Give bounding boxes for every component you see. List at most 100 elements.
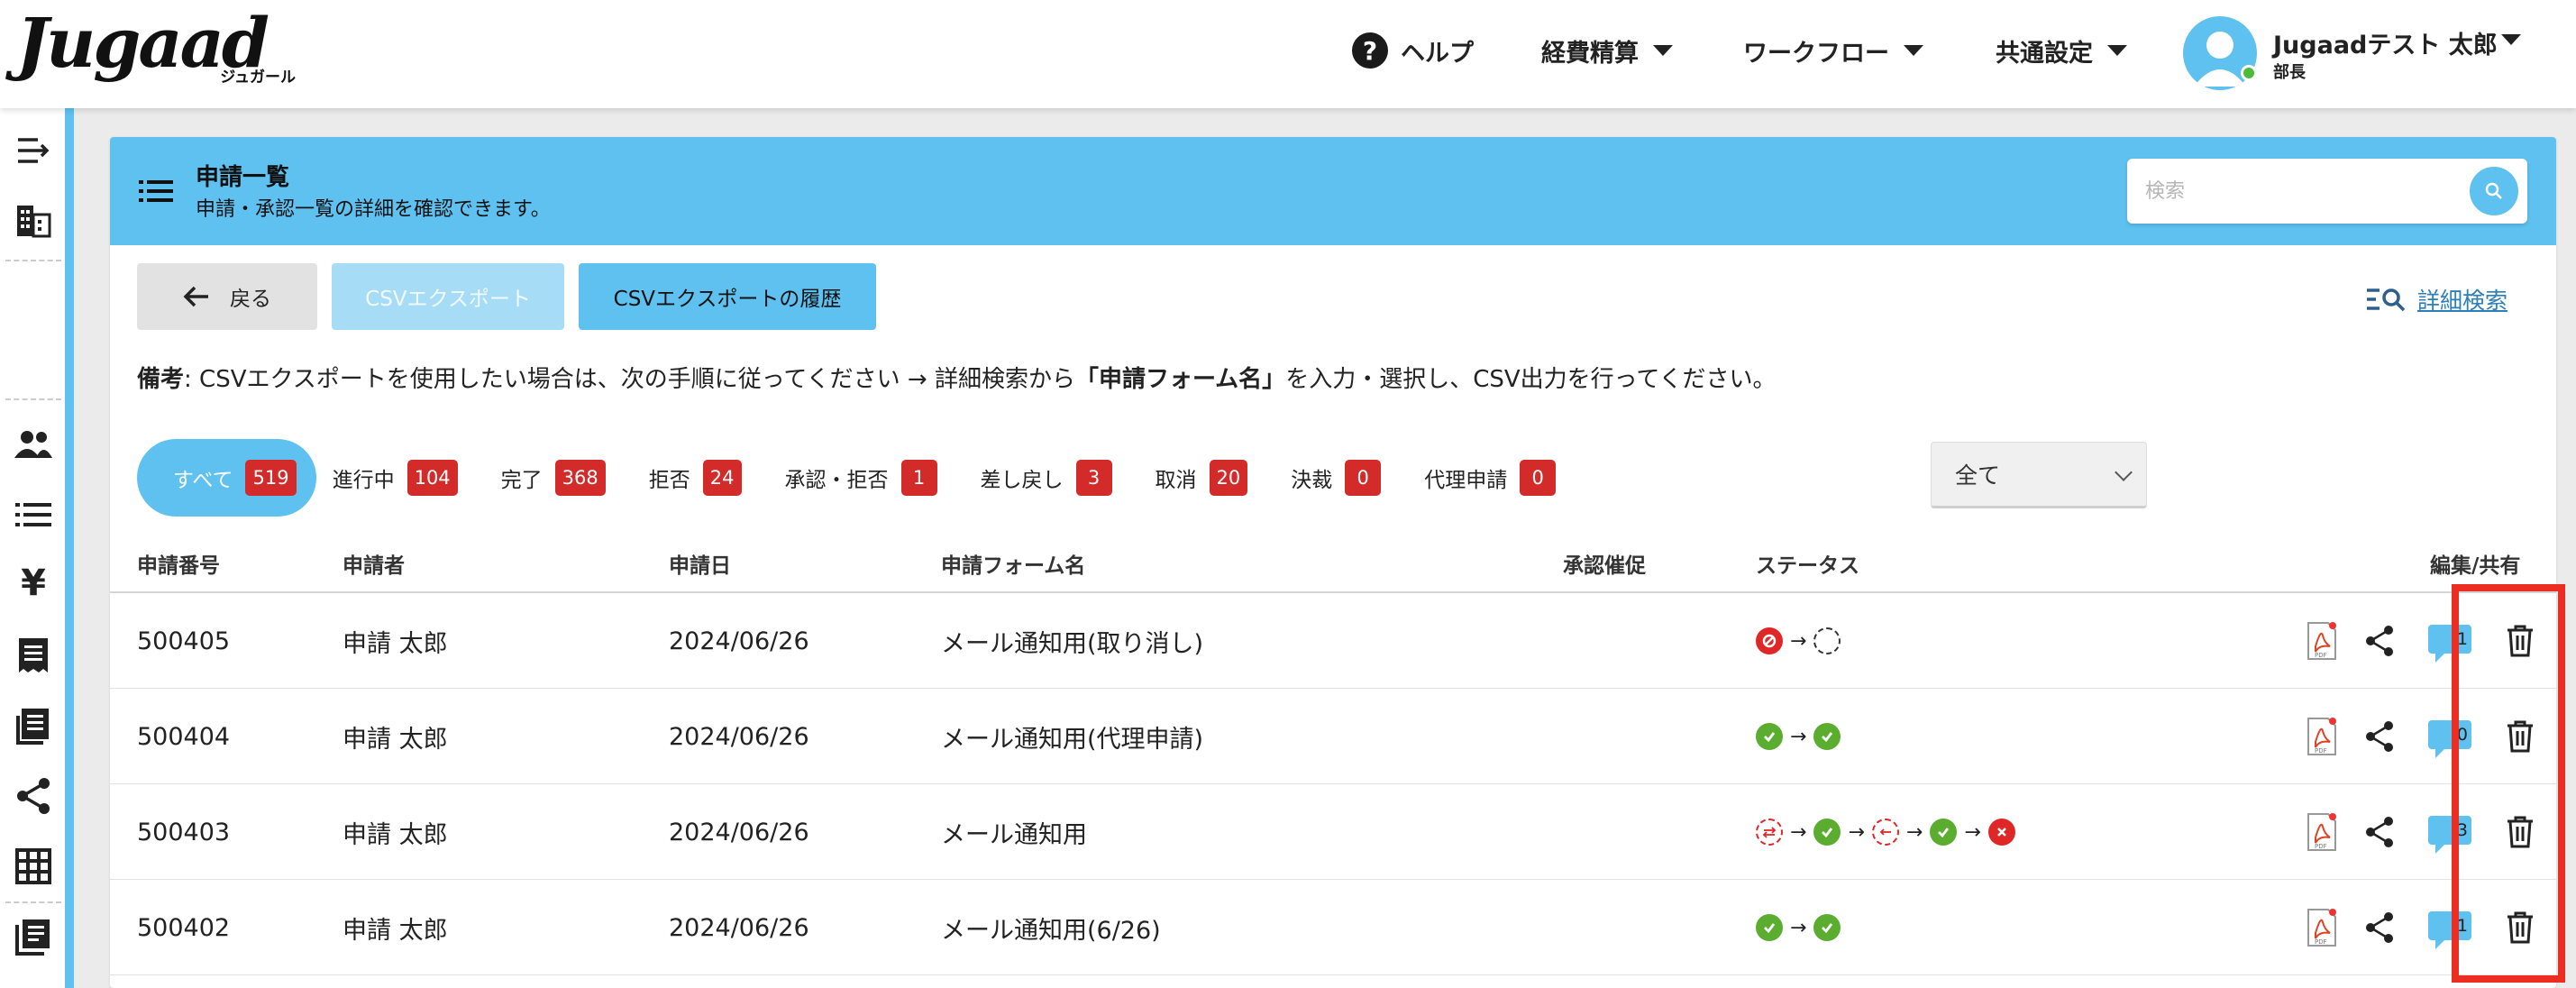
csv-export-label: CSVエクスポート (365, 288, 531, 311)
filter-all[interactable]: すべて 519 (137, 439, 316, 517)
pdf-icon[interactable]: PDF (2304, 907, 2340, 948)
share-icon[interactable] (2361, 907, 2398, 948)
receipt-icon[interactable] (13, 635, 54, 676)
document-stack-icon[interactable] (13, 916, 54, 957)
cell-date: 2024/06/26 (669, 818, 809, 846)
arrow-right-icon: → (1790, 916, 1807, 939)
nav-expense[interactable]: 経費精算 (1541, 0, 1673, 101)
share-icon[interactable] (13, 775, 54, 817)
pdf-icon[interactable]: PDF (2304, 620, 2340, 662)
proxy-status-icon (1756, 819, 1783, 846)
cell-form: メール通知用 (941, 820, 1087, 849)
filter-approve-reject[interactable]: 承認・拒否 1 (785, 439, 955, 517)
filter-completed[interactable]: 完了 368 (501, 439, 624, 517)
count-badge: 0 (1520, 460, 1557, 496)
count-badge: 3 (1075, 460, 1112, 496)
csv-export-note: 備考: CSVエクスポートを使用したい場合は、次の手順に従ってください → 詳細… (137, 361, 1777, 394)
search-input[interactable] (2145, 171, 2443, 211)
approved-status-icon (1813, 723, 1841, 750)
table-row[interactable]: 500404 申請 太郎 2024/06/26 メール通知用(代理申請) → P… (110, 689, 2556, 784)
search-button[interactable] (2470, 167, 2518, 215)
csv-export-button[interactable]: CSVエクスポート (332, 263, 564, 330)
list-icon[interactable] (13, 494, 54, 535)
page-subtitle: 申請・承認一覧の詳細を確認できます。 (196, 198, 551, 221)
cell-date: 2024/06/26 (669, 627, 809, 655)
filter-decision[interactable]: 決裁 0 (1291, 439, 1399, 517)
col-applicant[interactable]: 申請者 (343, 548, 405, 579)
arrow-right-icon: → (1964, 820, 1981, 844)
svg-text:PDF: PDF (2315, 652, 2327, 659)
advanced-search-link[interactable]: 詳細検索 (2367, 281, 2507, 317)
ledger-icon[interactable] (13, 705, 54, 746)
filter-cancelled[interactable]: 取消 20 (1156, 439, 1266, 517)
col-form[interactable]: 申請フォーム名 (941, 548, 1085, 579)
left-sidebar: ¥ (0, 108, 65, 988)
cell-number: 500403 (137, 818, 231, 846)
rejected-status-icon (1987, 819, 2015, 846)
yen-icon[interactable]: ¥ (13, 563, 54, 604)
user-menu-caret-icon[interactable] (2501, 34, 2521, 45)
table-row[interactable]: 500402 申請 太郎 2024/06/26 メール通知用(6/26) → P… (110, 880, 2556, 975)
grid-icon[interactable] (13, 846, 54, 887)
cell-applicant: 申請 太郎 (343, 725, 448, 754)
nav-common-settings[interactable]: 共通設定 (1996, 0, 2127, 101)
nav-common-settings-label: 共通設定 (1996, 39, 2093, 68)
application-list-panel: 申請一覧 申請・承認一覧の詳細を確認できます。 戻る CSVエクスポート CSV… (110, 137, 2556, 988)
svg-text:PDF: PDF (2315, 747, 2327, 755)
filter-label: 拒否 (648, 469, 690, 492)
nav-help[interactable]: ? ヘルプ (1352, 0, 1474, 101)
list-icon (139, 178, 173, 207)
nav-workflow-label: ワークフロー (1743, 39, 1889, 68)
csv-export-history-button[interactable]: CSVエクスポートの履歴 (579, 263, 876, 330)
count-badge: 368 (554, 460, 606, 496)
note-text-2: を入力・選択し、CSV出力を行ってください。 (1285, 366, 1777, 393)
back-label: 戻る (230, 288, 271, 311)
cell-date: 2024/06/26 (669, 913, 809, 942)
status-flow: → (1756, 689, 1841, 784)
sidebar-accent-bar (65, 108, 74, 988)
pdf-icon[interactable]: PDF (2304, 716, 2340, 757)
count-badge: 0 (1345, 460, 1382, 496)
note-text-1: : CSVエクスポートを使用したい場合は、次の手順に従ってください → 詳細検索… (184, 366, 1075, 393)
arrow-right-icon: → (1905, 820, 1923, 844)
cell-number: 500402 (137, 913, 231, 942)
filter-rejected[interactable]: 拒否 24 (649, 439, 760, 517)
filter-select[interactable]: 全て (1931, 442, 2147, 508)
filter-returned[interactable]: 差し戻し 3 (981, 439, 1130, 517)
share-icon[interactable] (2361, 811, 2398, 853)
users-icon[interactable] (13, 424, 54, 465)
filter-label: 進行中 (332, 469, 395, 492)
col-date[interactable]: 申請日 (669, 548, 731, 579)
nav-workflow[interactable]: ワークフロー (1743, 0, 1923, 101)
trash-column-highlight (2452, 584, 2565, 983)
pdf-icon[interactable]: PDF (2304, 811, 2340, 853)
page-title: 申請一覧 (196, 164, 290, 191)
filter-label: 差し戻し (980, 469, 1064, 492)
menu-collapse-icon[interactable] (13, 130, 54, 171)
cell-applicant: 申請 太郎 (343, 629, 448, 658)
building-icon[interactable] (13, 200, 54, 242)
jugaad-logo[interactable]: Jugaad ジュガール (16, 4, 296, 87)
user-name[interactable]: Jugaadテスト 太郎 (2273, 25, 2498, 60)
cell-form: メール通知用(6/26) (941, 916, 1161, 945)
back-button[interactable]: 戻る (137, 263, 317, 330)
status-flow: → (1756, 593, 1841, 689)
cell-number: 500405 (137, 627, 231, 655)
arrow-right-icon: → (1790, 725, 1807, 748)
col-number[interactable]: 申請番号 (137, 548, 220, 579)
nav-help-label: ヘルプ (1401, 39, 1474, 68)
share-icon[interactable] (2361, 620, 2398, 662)
filter-proxy[interactable]: 代理申請 0 (1424, 439, 1574, 517)
cancelled-status-icon (1756, 627, 1783, 654)
table-row[interactable]: 500403 申請 太郎 2024/06/26 メール通知用 → → → → P… (110, 784, 2556, 880)
nav-expense-label: 経費精算 (1541, 39, 1639, 68)
note-bold-text: 「申請フォーム名」 (1074, 366, 1286, 393)
count-badge: 24 (702, 460, 742, 496)
share-icon[interactable] (2361, 716, 2398, 757)
filter-select-value: 全て (1955, 462, 2001, 489)
filter-in-progress[interactable]: 進行中 104 (333, 439, 476, 517)
cell-date: 2024/06/26 (669, 722, 809, 751)
search-box (2127, 159, 2527, 224)
returned-status-icon (1871, 819, 1899, 846)
table-row[interactable]: 500405 申請 太郎 2024/06/26 メール通知用(取り消し) → P… (110, 593, 2556, 689)
